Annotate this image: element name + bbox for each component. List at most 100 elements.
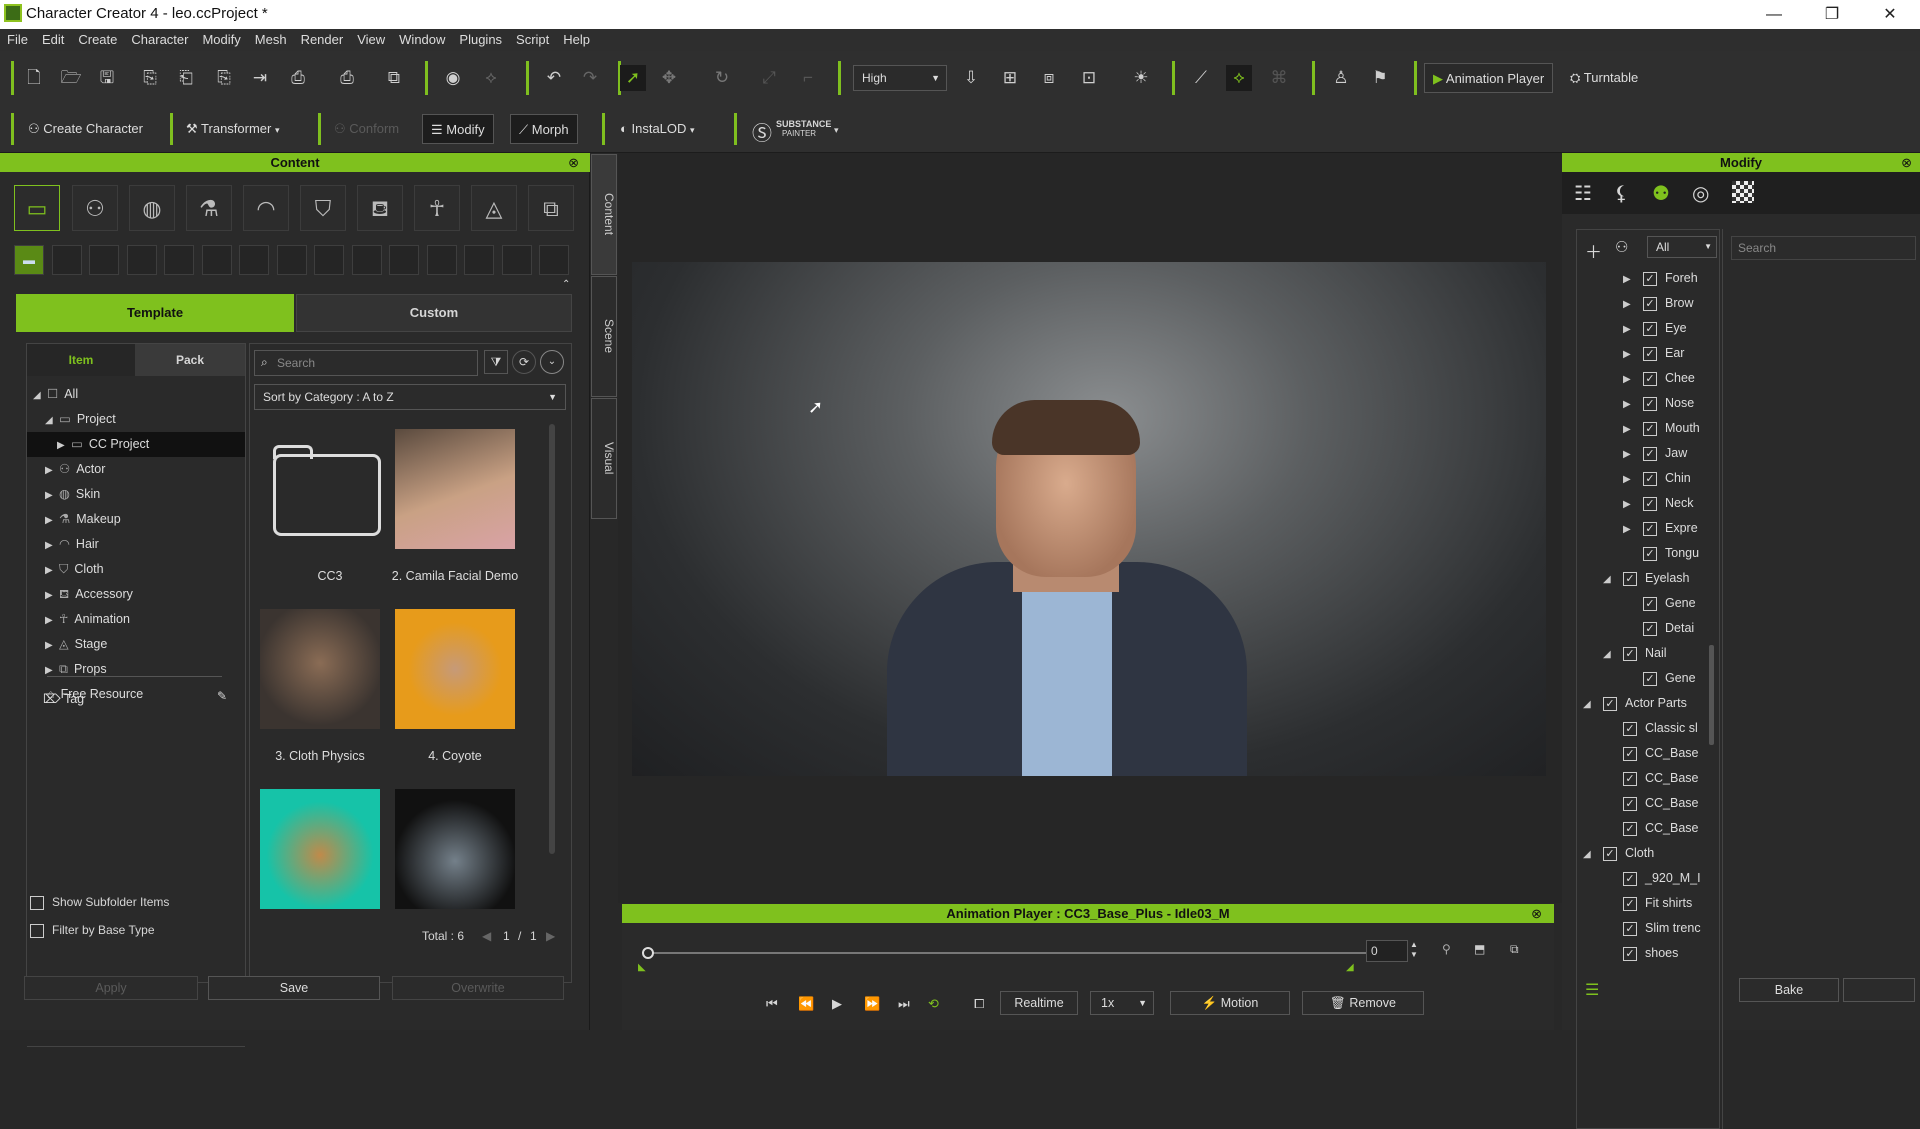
close-button[interactable]: ✕: [1861, 0, 1919, 29]
folder-slot-icon[interactable]: ▬: [14, 245, 44, 275]
morph-tree-row[interactable]: ✓ shoes: [1577, 941, 1719, 966]
expand-arrow-icon[interactable]: ▶: [45, 458, 59, 483]
menu-mesh[interactable]: Mesh: [248, 29, 294, 51]
actor-category-icon[interactable]: ⚇: [72, 185, 118, 231]
select-tool-icon[interactable]: ➚: [620, 65, 646, 91]
material-tab-icon[interactable]: ◎: [1692, 181, 1709, 206]
accessory-category-icon[interactable]: ⛾: [357, 185, 403, 231]
play-icon[interactable]: ▶: [832, 996, 842, 1012]
checkbox[interactable]: ✓: [1623, 646, 1637, 661]
empty-slot[interactable]: [127, 245, 157, 275]
expand-arrow-icon[interactable]: ▶: [1623, 467, 1637, 491]
maximize-button[interactable]: ❐: [1803, 0, 1861, 29]
export-icon[interactable]: ⇥: [247, 65, 273, 91]
refresh-icon[interactable]: ⟳: [512, 350, 536, 374]
thumbnail-coyote[interactable]: [395, 609, 515, 729]
tree-item-skin[interactable]: ▶ ◍ Skin: [27, 482, 245, 507]
overwrite-button[interactable]: Overwrite: [392, 976, 564, 1000]
empty-slot[interactable]: [239, 245, 269, 275]
viewport-render[interactable]: [632, 262, 1546, 776]
morph-tree-row[interactable]: ▶ ✓ Chin: [1577, 466, 1719, 491]
filter-icon[interactable]: ⧩: [484, 350, 508, 374]
checkbox[interactable]: ✓: [1643, 371, 1657, 386]
move-tool-icon[interactable]: ✥: [656, 65, 682, 91]
menu-render[interactable]: Render: [294, 29, 351, 51]
cloth-category-icon[interactable]: ⛉: [300, 185, 346, 231]
expand-arrow-icon[interactable]: ▶: [45, 583, 59, 608]
rotate-tool-icon[interactable]: ↻: [709, 65, 735, 91]
morph-button[interactable]: ⟋ Morph: [510, 114, 578, 144]
save-button[interactable]: Save: [208, 976, 380, 1000]
expand-arrow-icon[interactable]: ◢: [1583, 842, 1597, 866]
tree-item-actor[interactable]: ▶ ⚇ Actor: [27, 457, 245, 482]
frame-icon[interactable]: ⧈: [1036, 65, 1062, 91]
expand-arrow-icon[interactable]: ▶: [1623, 442, 1637, 466]
checkbox[interactable]: ✓: [1643, 446, 1657, 461]
expand-arrow-icon[interactable]: ▶: [1623, 517, 1637, 541]
menu-edit[interactable]: Edit: [35, 29, 71, 51]
bake-button[interactable]: Bake: [1739, 978, 1839, 1002]
checkbox[interactable]: ✓: [1643, 471, 1657, 486]
create-character-button[interactable]: ⚇ Create Character: [20, 114, 151, 144]
empty-slot[interactable]: [389, 245, 419, 275]
scrollbar[interactable]: [549, 424, 555, 854]
morph-tree-row[interactable]: ✓ Detai: [1577, 616, 1719, 641]
morph-tree-row[interactable]: ✓ CC_Base: [1577, 816, 1719, 841]
expand-arrow-icon[interactable]: ◢: [45, 408, 59, 433]
expand-arrow-icon[interactable]: ▶: [45, 558, 59, 583]
add-icon[interactable]: ＋: [1585, 238, 1602, 263]
next-page-icon[interactable]: ▶: [546, 929, 555, 943]
expand-arrow-icon[interactable]: ▶: [1623, 417, 1637, 441]
checkbox[interactable]: ✓: [1623, 821, 1637, 836]
tree-item-stage[interactable]: ▶ ◬ Stage: [27, 632, 245, 657]
checkbox[interactable]: ✓: [1603, 696, 1617, 711]
morph-tab-icon[interactable]: ⚉: [1652, 181, 1670, 206]
import-usd-icon[interactable]: ⎘: [211, 65, 237, 91]
menu-create[interactable]: Create: [71, 29, 124, 51]
filter-base-checkbox[interactable]: Filter by Base Type: [30, 923, 155, 938]
empty-slot[interactable]: [52, 245, 82, 275]
save-icon[interactable]: 🖫: [94, 65, 120, 91]
expand-arrow-icon[interactable]: ◢: [1583, 692, 1597, 716]
empty-slot[interactable]: [502, 245, 532, 275]
checkbox[interactable]: ✓: [1643, 346, 1657, 361]
conform-button[interactable]: ⚇ Conform: [326, 114, 407, 144]
thumbnail-cloth-physics[interactable]: [260, 609, 380, 729]
morph-tree-row[interactable]: ✓ Classic sl: [1577, 716, 1719, 741]
expand-arrow-icon[interactable]: ▶: [45, 633, 59, 658]
thumbnail-camila[interactable]: [395, 429, 515, 549]
tab-custom[interactable]: Custom: [296, 294, 572, 332]
undo-icon[interactable]: ↶: [541, 65, 567, 91]
expand-arrow-icon[interactable]: ▶: [57, 433, 71, 458]
checkbox[interactable]: ✓: [1643, 596, 1657, 611]
tab-template[interactable]: Template: [16, 294, 294, 332]
import-icon[interactable]: ⎘: [137, 65, 163, 91]
hair-category-icon[interactable]: ◠: [243, 185, 289, 231]
export-fbx-icon[interactable]: ⎙: [334, 65, 360, 91]
checkbox[interactable]: [30, 923, 44, 938]
flag-icon[interactable]: ⚑: [1367, 65, 1393, 91]
view-mode-icon[interactable]: ⊡: [1076, 65, 1102, 91]
checkbox[interactable]: ✓: [1623, 946, 1637, 961]
stage-category-icon[interactable]: ◬: [471, 185, 517, 231]
loop-icon[interactable]: ⟲: [928, 996, 939, 1012]
empty-slot[interactable]: [539, 245, 569, 275]
menu-plugins[interactable]: Plugins: [452, 29, 509, 51]
expand-arrow-icon[interactable]: ◢: [1603, 642, 1617, 666]
close-icon[interactable]: ⊗: [568, 153, 579, 172]
morph-tree-row[interactable]: ✓ Tongu: [1577, 541, 1719, 566]
pip-icon[interactable]: ⧉: [1510, 942, 1519, 957]
empty-slot[interactable]: [314, 245, 344, 275]
checkbox[interactable]: ✓: [1623, 871, 1637, 886]
checkbox[interactable]: ✓: [1643, 496, 1657, 511]
morph-tree-row[interactable]: ▶ ✓ Nose: [1577, 391, 1719, 416]
expand-arrow-icon[interactable]: ▶: [1623, 367, 1637, 391]
pick-icon[interactable]: ⟋: [1188, 65, 1214, 91]
checkbox[interactable]: ✓: [1643, 321, 1657, 336]
thumbnail-soldier[interactable]: [395, 789, 515, 909]
checkbox[interactable]: ✓: [1623, 896, 1637, 911]
checkbox[interactable]: ✓: [1643, 421, 1657, 436]
morph-tree-row[interactable]: ✓ Gene: [1577, 666, 1719, 691]
checkbox[interactable]: [30, 895, 44, 910]
thumbnail-dinosaur[interactable]: [260, 789, 380, 909]
